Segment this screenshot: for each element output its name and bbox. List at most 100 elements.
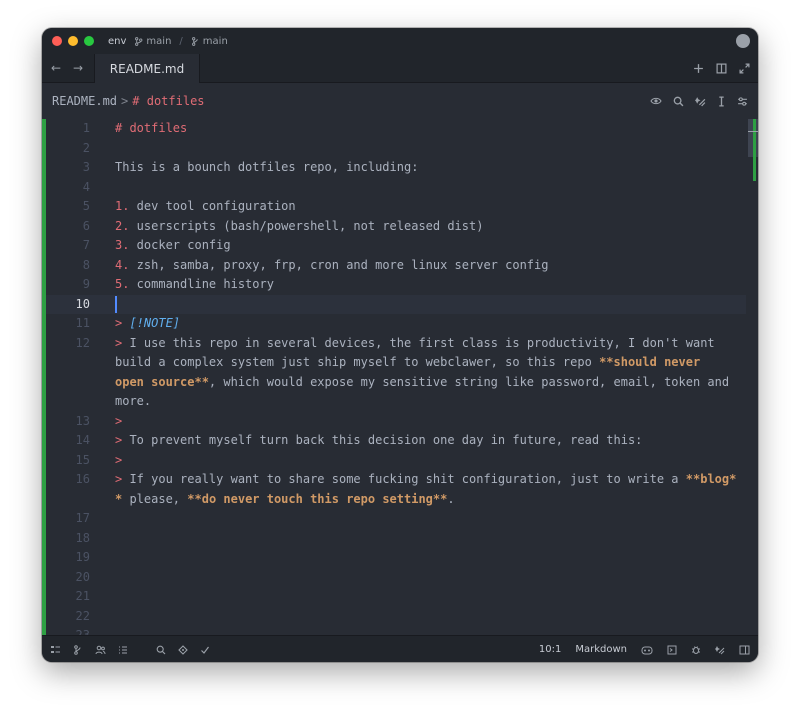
line-number: 22 [75,608,90,623]
list-marker: 2. [115,218,130,233]
code-line: 2. userscripts (bash/powershell, not rel… [115,217,735,237]
search-icon[interactable] [156,645,166,655]
plus-icon[interactable] [693,63,704,74]
line-number: 21 [75,589,90,603]
code-line: 1. dev tool configuration [115,197,735,217]
diagnostics-icon[interactable] [178,644,188,655]
code-line: > I use this repo in several devices, th… [115,334,735,354]
branch-name-secondary: main [202,35,228,47]
code-line: 4. zsh, samba, proxy, frp, cron and more… [115,256,735,276]
window-controls [52,36,94,46]
blockquote-text: build a complex system just ship myself … [115,355,600,369]
status-bar-right: 10:1 Markdown [539,636,750,662]
code-line: 5. commandline history [115,275,735,295]
text-caret [115,296,117,313]
code-line: This is a bounch dotfiles repo, includin… [115,158,735,178]
toggle-right-panel-icon[interactable] [739,645,750,655]
blockquote-text: more. [115,394,152,408]
list-marker: 1. [115,199,130,213]
breadcrumb: README.md > # dotfiles [42,83,758,119]
list-item-text: docker config [129,238,231,252]
vertical-scrollbar[interactable] [748,119,758,635]
line-number: 17 [75,511,90,525]
line-number: 2 [82,140,90,155]
line-number-active: 10 [75,296,90,311]
bold-text: **do never touch this repo setting** [187,491,448,506]
branch-selector-secondary[interactable]: main [191,36,228,47]
settings-sliders-icon[interactable] [737,96,748,107]
scrollbar-git-marker [753,119,756,181]
branch-separator: / [179,35,183,47]
blockquote-marker: > [115,452,123,467]
sparkle-icon[interactable] [695,96,706,107]
line-number: 3 [82,160,90,174]
line-number [46,373,90,393]
terminal-icon[interactable] [667,645,677,655]
code-line: > [115,451,735,471]
branch-name: main [146,35,172,47]
search-icon[interactable] [673,96,684,107]
breadcrumb-file[interactable]: README.md [52,94,117,108]
eye-icon[interactable] [650,96,662,106]
debug-icon[interactable] [691,645,701,655]
forward-arrow-icon[interactable]: → [67,61,89,75]
avatar[interactable] [736,34,750,48]
breadcrumb-separator: > [121,94,129,108]
code-line: > If you really want to share some fucki… [115,470,736,490]
git-branch-icon[interactable] [73,644,83,655]
back-arrow-icon[interactable]: ← [45,61,67,75]
blockquote-text: To prevent myself turn back this decisio… [122,433,643,447]
blockquote-text: please, [122,491,188,506]
editor-actions [650,83,748,119]
line-number: 9 [82,277,90,291]
close-window-button[interactable] [52,36,62,46]
expand-icon[interactable] [739,62,750,74]
bold-text: open source** [115,374,209,389]
text-cursor-icon[interactable] [717,95,726,107]
breadcrumb-heading[interactable]: # dotfiles [132,94,204,108]
line-number-gutter: 1 2 3 4 5 6 7 8 9 10 11 12 13 14 15 16 1… [46,119,90,635]
list-item-text: zsh, samba, proxy, frp, cron and more li… [129,257,549,272]
line-number: 11 [75,316,90,330]
language-mode[interactable]: Markdown [575,644,627,655]
outline-icon[interactable] [118,645,128,655]
minimize-window-button[interactable] [68,36,78,46]
branch-selector[interactable]: main [134,36,171,47]
assistant-sparkle-icon[interactable] [715,645,725,655]
code-content[interactable]: # dotfiles This is a bounch dotfiles rep… [115,119,736,510]
git-branch-icon [135,36,143,46]
code-editor[interactable]: 1 2 3 4 5 6 7 8 9 10 11 12 13 14 15 16 1… [42,119,758,635]
project-panel-icon[interactable] [50,645,61,655]
copilot-icon[interactable] [641,645,653,655]
list-marker: 4. [115,257,130,272]
code-line-wrapped: build a complex system just ship myself … [115,353,735,373]
project-name[interactable]: env [108,36,126,47]
line-number: 7 [82,238,90,252]
bold-text: **should never [599,355,701,369]
line-number: 5 [82,199,90,213]
code-line-wrapped: * please, **do never touch this repo set… [115,490,735,510]
tab-readme[interactable]: README.md [94,54,200,83]
collaborators-icon[interactable] [95,645,106,655]
tab-bar: ← → README.md [42,54,758,83]
code-line: > [115,412,735,432]
blockquote-text: I use this repo in several devices, the … [122,335,715,350]
editor-window: env main / main ← → README.md README.md … [42,28,758,662]
line-number [46,353,90,373]
cursor-position[interactable]: 10:1 [539,644,561,655]
split-pane-icon[interactable] [716,62,727,74]
line-number: 1 [82,121,90,135]
check-icon[interactable] [200,645,210,655]
note-callout: [!NOTE] [122,316,181,330]
code-line-active [115,295,735,315]
line-number: 16 [75,472,90,486]
line-number: 8 [82,257,90,272]
code-line-wrapped: more. [115,392,735,412]
line-number: 23 [75,628,90,635]
git-branch-icon [191,36,198,46]
line-number [46,490,90,510]
maximize-window-button[interactable] [84,36,94,46]
blockquote-marker: > [115,413,123,428]
line-number: 6 [82,218,90,233]
